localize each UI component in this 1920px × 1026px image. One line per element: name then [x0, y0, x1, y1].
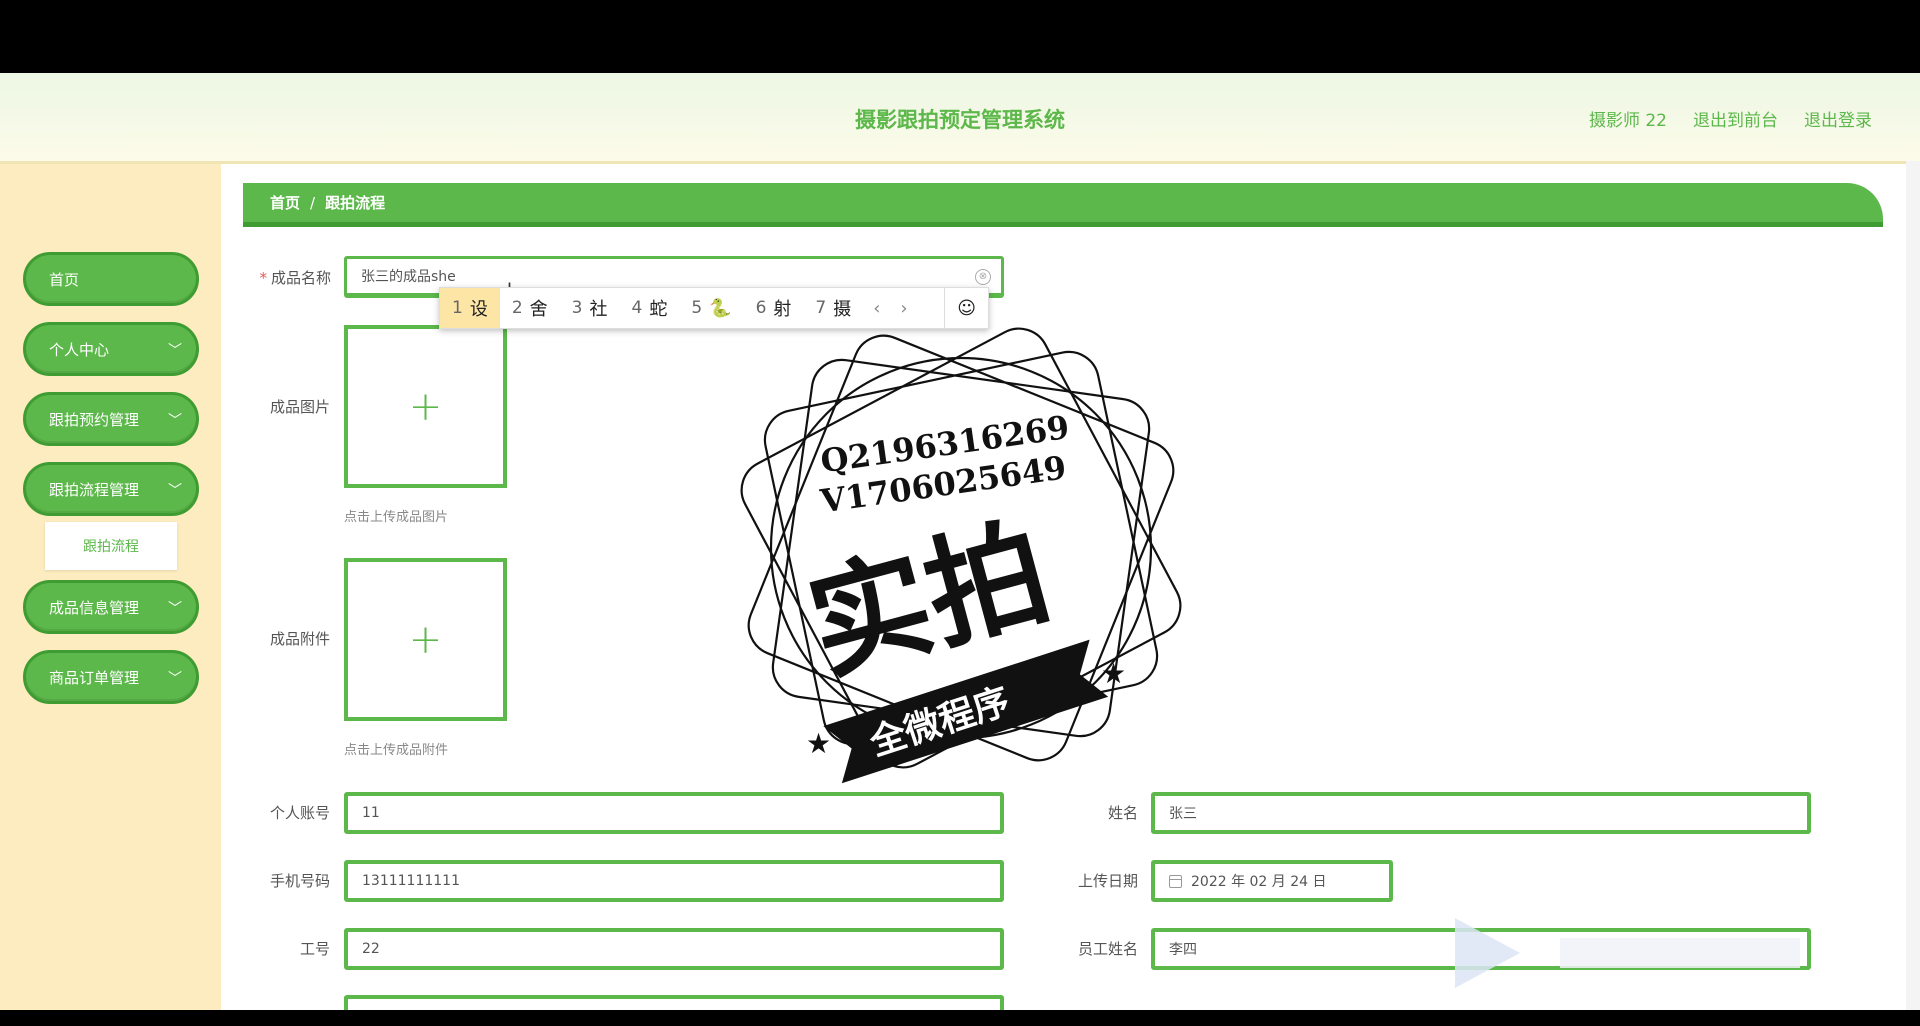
emoji-icon[interactable]: ☺	[944, 288, 988, 328]
product-image-hint: 点击上传成品图片	[344, 510, 449, 525]
candidate-number: 4	[631, 298, 643, 318]
phone-label: 手机号码	[269, 872, 330, 890]
ime-candidate-bar: 1设 2舍 3社 4蛇 5 🐍 6射 7摄 ‹ › ☺	[439, 287, 989, 329]
ime-candidate[interactable]: 2舍	[500, 288, 560, 328]
candidate-text: 射	[773, 299, 792, 320]
product-attachment-label: 成品附件	[269, 630, 330, 648]
product-image-label: 成品图片	[269, 398, 330, 416]
candidate-text: 社	[589, 299, 608, 320]
chevron-down-icon: ﹀	[168, 413, 182, 429]
candidate-text: 摄	[833, 299, 852, 320]
back-to-front-link[interactable]: 退出到前台	[1693, 106, 1778, 131]
phone-input[interactable]: 13111111111	[344, 860, 1004, 902]
ime-candidate[interactable]: 3社	[560, 288, 620, 328]
candidate-text: 舍	[529, 299, 548, 320]
candidate-number: 5	[691, 298, 703, 318]
header-links: 摄影师 22 退出到前台 退出登录	[1589, 106, 1872, 131]
product-name-value: 张三的成品she	[361, 269, 456, 285]
stamp-line1: Q2196316269	[818, 408, 1071, 480]
logout-link[interactable]: 退出登录	[1804, 106, 1872, 131]
watermark-stamp: Q2196316269 V1706025649 实拍 全微程序 ★ ★	[740, 327, 1182, 784]
product-name-label-text: 成品名称	[270, 269, 331, 287]
sidebar-subitem-process[interactable]: 跟拍流程	[45, 522, 177, 570]
ime-candidate[interactable]: 7摄	[803, 288, 863, 328]
realname-label: 姓名	[1107, 804, 1138, 822]
sidebar-item-booking-management[interactable]: 跟拍预约管理 ﹀	[23, 392, 199, 446]
realname-input[interactable]: 张三	[1151, 792, 1811, 834]
star-icon: ★	[806, 727, 831, 760]
jobno-label: 工号	[299, 940, 330, 958]
required-mark: *	[259, 269, 267, 287]
sidebar: 首页 个人中心 ﹀ 跟拍预约管理 ﹀ 跟拍流程管理 ﹀ 跟拍流程 成品信息管理 …	[0, 164, 221, 1010]
candidate-text: 蛇	[649, 299, 668, 320]
chevron-down-icon: ﹀	[168, 601, 182, 617]
product-attachment-hint: 点击上传成品附件	[344, 743, 449, 758]
sidebar-item-label: 成品信息管理	[49, 598, 140, 617]
chevron-down-icon: ﹀	[168, 343, 182, 359]
chevron-right-icon[interactable]: ›	[890, 298, 917, 319]
ime-candidate[interactable]: 6射	[744, 288, 804, 328]
ime-candidate[interactable]: 5 🐍	[679, 288, 743, 328]
breadcrumb-home[interactable]: 首页	[270, 192, 300, 213]
product-attachment-upload[interactable]: +	[344, 558, 507, 721]
stamp-big-text: 实拍	[795, 502, 1063, 698]
next-input[interactable]	[344, 995, 1004, 1010]
sidebar-item-home[interactable]: 首页	[23, 252, 199, 306]
sidebar-item-label: 首页	[49, 270, 80, 289]
sidebar-item-product-management[interactable]: 成品信息管理 ﹀	[23, 580, 199, 634]
staff-value: 李四	[1169, 942, 1197, 958]
candidate-number: 1	[452, 298, 463, 318]
star-icon: ★	[1101, 657, 1126, 690]
snake-icon: 🐍	[709, 297, 732, 319]
sidebar-item-personal-center[interactable]: 个人中心 ﹀	[23, 322, 199, 376]
sidebar-item-label: 跟拍预约管理	[49, 410, 140, 429]
stamp-banner-text: 全微程序	[864, 680, 1015, 765]
candidate-number: 7	[815, 298, 827, 318]
product-image-upload[interactable]: +	[344, 325, 507, 488]
video-logo-watermark	[1455, 918, 1800, 988]
chevron-left-icon[interactable]: ‹	[863, 298, 890, 319]
ime-candidate[interactable]: 4蛇	[619, 288, 679, 328]
phone-value: 13111111111	[362, 873, 460, 889]
candidate-number: 2	[511, 298, 523, 318]
ime-candidate[interactable]: 1设	[440, 288, 500, 328]
sidebar-item-process-management[interactable]: 跟拍流程管理 ﹀	[23, 462, 199, 516]
account-input[interactable]: 11	[344, 792, 1004, 834]
jobno-input[interactable]: 22	[344, 928, 1004, 970]
staff-label: 员工姓名	[1077, 940, 1138, 958]
jobno-value: 22	[362, 941, 380, 957]
account-label: 个人账号	[269, 804, 330, 822]
date-label: 上传日期	[1077, 872, 1138, 890]
breadcrumb-current: 跟拍流程	[325, 194, 386, 212]
plus-icon: +	[408, 383, 443, 430]
realname-value: 张三	[1169, 806, 1197, 822]
account-value: 11	[362, 805, 380, 821]
candidate-number: 3	[571, 298, 583, 318]
header: 摄影跟拍预定管理系统 摄影师 22 退出到前台 退出登录	[0, 73, 1920, 164]
scrollbar[interactable]	[1906, 161, 1920, 1010]
app-window: 摄影跟拍预定管理系统 摄影师 22 退出到前台 退出登录 首页 个人中心 ﹀ 跟…	[0, 73, 1920, 1010]
sidebar-item-label: 跟拍流程管理	[49, 480, 140, 499]
breadcrumb-separator: /	[310, 193, 316, 212]
product-name-label: * 成品名称	[211, 267, 331, 288]
chevron-down-icon: ﹀	[168, 671, 182, 687]
chevron-down-icon: ﹀	[168, 483, 182, 499]
bottom-bar	[0, 1010, 1920, 1026]
candidate-text: 设	[469, 299, 488, 320]
breadcrumb: 首页 / 跟拍流程	[243, 183, 1883, 227]
date-picker[interactable]: 2022 年 02 月 24 日	[1151, 860, 1393, 902]
plus-icon: +	[408, 616, 443, 663]
calendar-icon	[1169, 874, 1182, 888]
sidebar-item-order-management[interactable]: 商品订单管理 ﹀	[23, 650, 199, 704]
date-value: 2022 年 02 月 24 日	[1191, 874, 1327, 890]
candidate-number: 6	[755, 298, 767, 318]
stamp-line2: V1706025649	[817, 448, 1068, 520]
sidebar-item-label: 个人中心	[49, 340, 110, 359]
clear-icon[interactable]: ⊗	[975, 269, 991, 285]
user-name-link[interactable]: 摄影师 22	[1589, 106, 1667, 131]
sidebar-item-label: 商品订单管理	[49, 668, 140, 687]
